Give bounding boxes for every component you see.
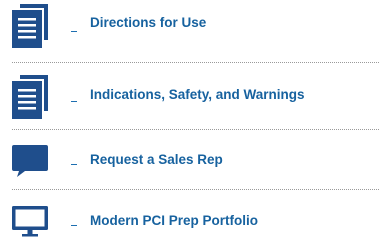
monitor-icon	[12, 206, 48, 243]
resource-link-list: Directions for Use Indications, Safety, …	[0, 0, 379, 248]
directions-for-use-link[interactable]: Directions for Use	[0, 0, 379, 58]
divider	[12, 189, 379, 190]
document-stack-icon	[12, 4, 48, 53]
link-dash	[71, 101, 77, 102]
document-stack-icon	[12, 75, 48, 124]
link-dash	[71, 31, 77, 32]
modern-pci-prep-portfolio-link[interactable]: Modern PCI Prep Portfolio	[0, 192, 379, 246]
link-dash	[71, 164, 77, 165]
link-dash	[71, 225, 77, 226]
divider	[12, 62, 379, 63]
modern-pci-prep-portfolio-label[interactable]: Modern PCI Prep Portfolio	[90, 213, 258, 229]
indications-safety-warnings-link[interactable]: Indications, Safety, and Warnings	[0, 66, 379, 126]
directions-for-use-label[interactable]: Directions for Use	[90, 15, 206, 31]
speech-bubble-icon	[12, 144, 48, 183]
request-sales-rep-link[interactable]: Request a Sales Rep	[0, 132, 379, 186]
divider	[12, 129, 379, 130]
request-sales-rep-label[interactable]: Request a Sales Rep	[90, 152, 223, 168]
indications-safety-warnings-label[interactable]: Indications, Safety, and Warnings	[90, 87, 305, 103]
